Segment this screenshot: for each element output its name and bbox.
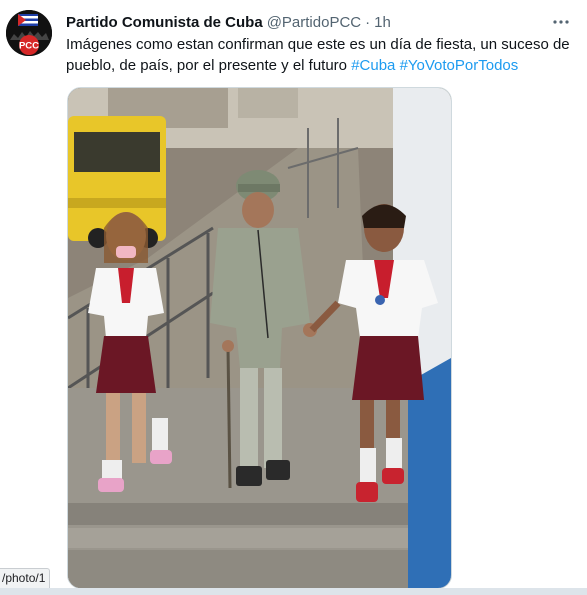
tweet-header: Partido Comunista de Cuba @PartidoPCC · … [66,12,391,32]
bottom-divider [0,588,587,595]
avatar-text: PCC [19,41,39,52]
separator-dot: · [365,13,371,31]
more-button[interactable] [551,12,571,32]
handle[interactable]: @PartidoPCC [267,14,361,31]
tweet-text: Imágenes como estan confirman que este e… [66,34,571,76]
display-name[interactable]: Partido Comunista de Cuba [66,14,263,31]
pcc-logo-icon: PCC [6,10,52,56]
tweet: PCC Partido Comunista de Cuba @PartidoPC… [0,0,587,595]
more-horizontal-icon [553,20,569,24]
photo-image [68,88,451,588]
hashtag-cuba[interactable]: #Cuba [351,57,395,74]
status-url-tooltip: /photo/1 [0,568,51,589]
timestamp[interactable]: 1h [374,14,391,31]
tweet-photo[interactable] [67,87,452,589]
avatar[interactable]: PCC [6,10,52,56]
hashtag-yovotoportodos[interactable]: #YoVotoPorTodos [400,57,519,74]
